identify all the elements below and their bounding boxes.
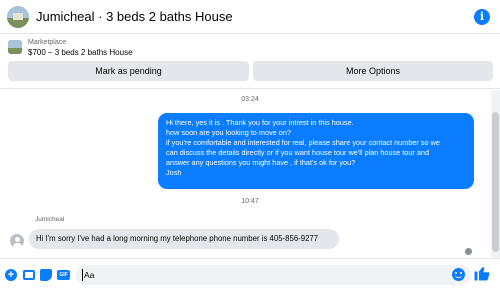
avatar[interactable] [10,234,24,248]
image-icon[interactable] [23,270,35,280]
listing-thumbnail[interactable] [7,5,29,28]
outgoing-message-bubble[interactable]: Hi there, yes it is . Thank you for your… [158,113,474,189]
message-line: Hi there, yes it is . Thank you for your… [166,118,354,127]
listing-price-title[interactable]: $700 – 3 beds 2 baths House [28,48,133,57]
conversation-title[interactable]: Jumicheal · 3 beds 2 baths House [36,9,233,24]
message-composer: + GIF Aa [0,258,500,290]
sender-name: Jumicheal [35,216,65,223]
marketplace-listing-bar: Marketplace $700 – 3 beds 2 baths House … [0,35,500,89]
text-caret [82,269,83,281]
timestamp: 03:24 [241,96,259,103]
message-thread: 03:24 Hi there, yes it is . Thank you fo… [0,90,500,258]
gif-icon[interactable]: GIF [57,270,70,280]
timestamp: 10:47 [241,198,259,205]
message-signature: Josh [166,168,182,177]
message-line: if you're comfortable and interested for… [166,138,440,147]
marketplace-label: Marketplace [28,39,67,46]
message-line: how soon are you looking to move on? [166,128,291,137]
incoming-message-bubble[interactable]: Hi I'm sorry I've had a long morning my … [29,229,339,249]
more-options-button[interactable]: More Options [253,61,493,81]
scrollbar-thumb[interactable] [492,112,499,252]
message-line: answer any questions you might have , if… [166,158,356,167]
emoji-icon[interactable] [452,268,465,281]
listing-thumbnail-small[interactable] [8,40,22,54]
info-icon[interactable]: i [474,9,490,25]
thumbs-up-icon[interactable] [473,264,491,282]
mark-as-pending-button[interactable]: Mark as pending [8,61,249,81]
plus-icon[interactable]: + [5,269,17,281]
message-input[interactable]: Aa [76,265,471,285]
seen-indicator-icon [465,248,472,255]
sticker-icon[interactable] [40,269,52,281]
conversation-header: Jumicheal · 3 beds 2 baths House i [0,0,500,34]
message-input-placeholder: Aa [84,270,95,280]
message-line: can discuss the details directly or if y… [166,148,430,157]
